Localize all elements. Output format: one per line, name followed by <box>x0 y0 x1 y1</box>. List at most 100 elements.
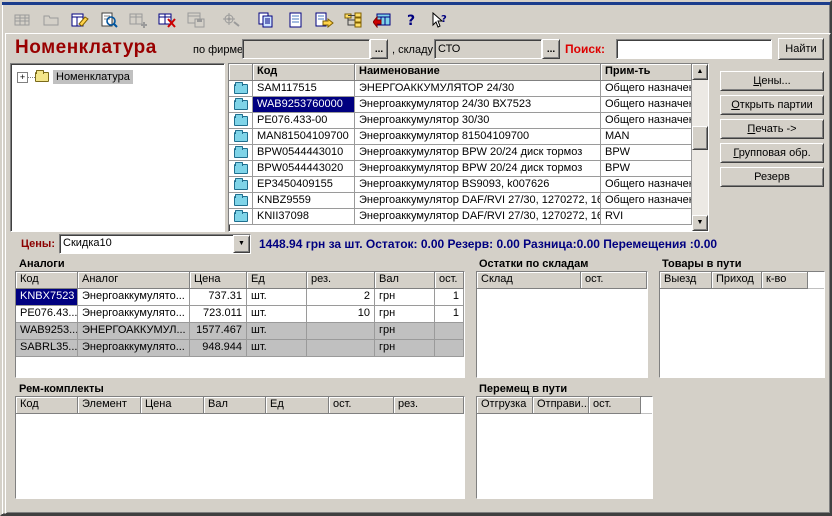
cell-name[interactable]: Энергоаккумулятор BS9093, k007626 <box>355 177 601 193</box>
analog-row[interactable]: WAB9253...ЭНЕРГОАККУМУЛ...1577.467шт.грн <box>16 323 464 340</box>
cell-analog[interactable]: Энергоаккумулято... <box>78 289 190 306</box>
hierarchy-icon[interactable] <box>341 8 366 32</box>
cell-usage[interactable]: Общего назначения <box>601 113 692 129</box>
catalog-row[interactable]: SAM117515ЭНЕРГОАККУМУЛЯТОР 24/30Общего н… <box>229 81 692 97</box>
group-operations-button[interactable]: Групповая обр. <box>720 143 824 163</box>
context-help-icon[interactable]: ? <box>428 8 453 32</box>
catalog-row[interactable]: PE076.433-00Энергоаккумулятор 30/30Общег… <box>229 113 692 129</box>
column-header[interactable]: ост. <box>581 272 647 289</box>
firm-browse-button[interactable]: ... <box>370 39 388 59</box>
column-header-name[interactable]: Наименование <box>355 64 601 81</box>
column-header[interactable]: Вал <box>375 272 435 289</box>
cell-code[interactable]: SABRL35... <box>16 340 78 357</box>
column-header[interactable]: Выезд <box>660 272 712 289</box>
category-tree[interactable]: + Номенклатура <box>10 63 225 232</box>
column-header[interactable]: Ед <box>247 272 307 289</box>
catalog-row[interactable]: KNBZ9559Энергоаккумулятор DAF/RVI 27/30,… <box>229 193 692 209</box>
cell-code[interactable]: WAB9253... <box>16 323 78 340</box>
cell-name[interactable]: Энергоаккумулятор BPW 20/24 диск тормоз <box>355 161 601 177</box>
view-record-icon[interactable] <box>97 8 122 32</box>
cell-reserve[interactable]: 10 <box>307 306 375 323</box>
document-icon[interactable] <box>283 8 308 32</box>
catalog-row[interactable]: EP3450409155Энергоаккумулятор BS9093, k0… <box>229 177 692 193</box>
column-header[interactable]: рез. <box>307 272 375 289</box>
help-icon[interactable]: ? <box>399 8 424 32</box>
cell-name[interactable]: Энергоаккумулятор DAF/RVI 27/30, 1270272… <box>355 209 601 225</box>
column-header[interactable]: Ед <box>266 397 329 414</box>
delete-record-icon[interactable] <box>155 8 180 32</box>
cell-code-selected[interactable]: KNBX7523 <box>16 289 78 306</box>
cell-analog[interactable]: Энергоаккумулято... <box>78 306 190 323</box>
column-header[interactable]: к-во <box>762 272 808 289</box>
cell-reserve[interactable]: 2 <box>307 289 375 306</box>
search-input[interactable] <box>616 39 772 59</box>
cell-usage[interactable]: Общего назначения <box>601 81 692 97</box>
cell-rest[interactable]: 1 <box>435 289 464 306</box>
cell-code[interactable]: PE076.43... <box>16 306 78 323</box>
column-header[interactable]: Отправи... <box>533 397 589 414</box>
cell-code[interactable]: EP3450409155 <box>253 177 355 193</box>
column-header[interactable]: Код <box>16 272 78 289</box>
column-header-icon[interactable] <box>229 64 253 81</box>
cell-usage[interactable]: RVI <box>601 209 692 225</box>
reserve-button[interactable]: Резерв <box>720 167 824 187</box>
cell-price[interactable]: 737.31 <box>190 289 247 306</box>
cell-rest[interactable] <box>435 340 464 357</box>
tree-root-item[interactable]: + Номенклатура <box>17 70 133 84</box>
cell-price[interactable]: 1577.467 <box>190 323 247 340</box>
column-header[interactable]: рез. <box>394 397 464 414</box>
cell-price[interactable]: 723.011 <box>190 306 247 323</box>
cell-code[interactable]: BPW0544443010 <box>253 145 355 161</box>
catalog-row-selected[interactable]: WAB9253760000Энергоаккумулятор 24/30 ВХ7… <box>229 97 692 113</box>
catalog-row[interactable]: KNII37098Энергоаккумулятор DAF/RVI 27/30… <box>229 209 692 225</box>
cell-code[interactable]: KNBZ9559 <box>253 193 355 209</box>
cell-name[interactable]: Энергоаккумулятор BPW 20/24 диск тормоз <box>355 145 601 161</box>
cell-currency[interactable]: грн <box>375 340 435 357</box>
analog-row[interactable]: PE076.43...Энергоаккумулято...723.011шт.… <box>16 306 464 323</box>
edit-record-icon[interactable] <box>68 8 93 32</box>
column-header[interactable]: ост. <box>589 397 641 414</box>
catalog-row[interactable]: MAN81504109700Энергоаккумулятор 81504109… <box>229 129 692 145</box>
cell-usage[interactable]: MAN <box>601 129 692 145</box>
cell-rest[interactable] <box>435 323 464 340</box>
column-header-usage[interactable]: Прим-ть <box>601 64 692 81</box>
cell-price[interactable]: 948.944 <box>190 340 247 357</box>
analog-row[interactable]: KNBX7523Энергоаккумулято...737.31шт.2грн… <box>16 289 464 306</box>
cell-usage[interactable]: BPW <box>601 145 692 161</box>
scroll-up-button[interactable]: ▲ <box>692 64 708 80</box>
cell-unit[interactable]: шт. <box>247 323 307 340</box>
warehouse-browse-button[interactable]: ... <box>542 39 560 59</box>
column-header[interactable]: Склад <box>477 272 581 289</box>
print-button[interactable]: Печать -> <box>720 119 824 139</box>
column-header[interactable]: ост. <box>329 397 394 414</box>
firm-field[interactable] <box>242 39 370 59</box>
prices-button[interactable]: Цены... <box>720 71 824 91</box>
find-button[interactable]: Найти <box>778 38 824 60</box>
cell-analog[interactable]: Энергоаккумулято... <box>78 340 190 357</box>
price-type-combobox[interactable]: Скидка10 ▼ <box>59 234 251 254</box>
cell-unit[interactable]: шт. <box>247 306 307 323</box>
cell-currency[interactable]: грн <box>375 323 435 340</box>
warehouse-field[interactable] <box>434 39 542 59</box>
cell-code[interactable]: BPW0544443020 <box>253 161 355 177</box>
dropdown-arrow-icon[interactable]: ▼ <box>233 235 250 253</box>
cell-usage[interactable]: Общего назначения <box>601 193 692 209</box>
cell-unit[interactable]: шт. <box>247 289 307 306</box>
cell-usage[interactable]: BPW <box>601 161 692 177</box>
column-header[interactable]: Приход <box>712 272 762 289</box>
cell-unit[interactable]: шт. <box>247 340 307 357</box>
column-header[interactable]: Элемент <box>78 397 141 414</box>
column-header[interactable]: Отгрузка <box>477 397 533 414</box>
tree-expand-icon[interactable]: + <box>17 72 28 83</box>
cell-code-selected[interactable]: WAB9253760000 <box>253 97 355 113</box>
column-header[interactable]: Вал <box>204 397 266 414</box>
cell-currency[interactable]: грн <box>375 306 435 323</box>
column-header[interactable]: ост. <box>435 272 464 289</box>
column-header[interactable]: Код <box>16 397 78 414</box>
cell-code[interactable]: SAM117515 <box>253 81 355 97</box>
catalog-row[interactable]: BPW0544443010Энергоаккумулятор BPW 20/24… <box>229 145 692 161</box>
cell-name[interactable]: Энергоаккумулятор 24/30 ВХ7523 <box>355 97 601 113</box>
cell-name[interactable]: Энергоаккумулятор DAF/RVI 27/30, 1270272… <box>355 193 601 209</box>
catalog-row[interactable]: BPW0544443020Энергоаккумулятор BPW 20/24… <box>229 161 692 177</box>
cell-reserve[interactable] <box>307 340 375 357</box>
